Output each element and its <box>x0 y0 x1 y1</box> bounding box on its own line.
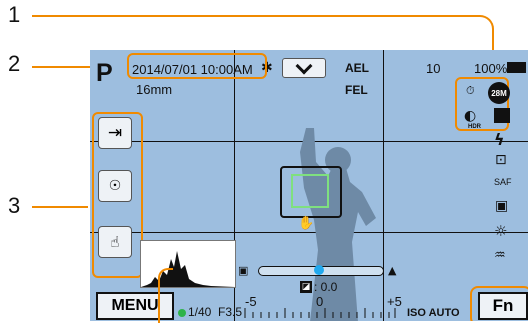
photo-size-icon: 28M <box>488 82 510 104</box>
callout-3: 3 <box>8 193 21 218</box>
white-balance-icon: ☼ <box>494 222 508 240</box>
touch-shutter-button[interactable]: ☝ <box>98 226 132 258</box>
touch-shutter-icon: ☝ <box>110 233 120 251</box>
exposure-comp-value: : 0.0 <box>314 280 338 294</box>
save-icon-button[interactable]: ⇥ <box>98 117 132 149</box>
highlight-box-datetime <box>127 53 267 79</box>
histogram <box>140 240 236 288</box>
metering-icon: ⊡ <box>495 152 507 168</box>
focus-point <box>291 174 329 208</box>
shots-remaining: 10 <box>426 61 441 76</box>
callout-1: 1 <box>8 2 21 27</box>
focus-area-icon: ▣ <box>495 198 509 214</box>
fn-button[interactable]: Fn <box>478 292 528 320</box>
fel-indicator: FEL <box>345 83 368 97</box>
battery-level: 100% <box>474 61 508 76</box>
leader-line-3 <box>32 206 88 208</box>
iso-value: ISO AUTO <box>407 307 460 319</box>
ael-indicator: AEL <box>345 61 369 75</box>
chevron-down-icon <box>295 57 313 74</box>
flash-off-button[interactable]: ☉ <box>98 170 132 202</box>
status-dot-green <box>178 309 186 317</box>
focal-length: 16mm <box>136 82 173 97</box>
camera-live-view[interactable]: P 16mm 2014/07/01 10:00AM ✱ AEL FEL 10 1… <box>90 50 528 321</box>
portrait-icon: ▣ <box>238 264 249 277</box>
flash-off-icon: ☉ <box>108 178 122 194</box>
battery-icon <box>507 62 526 73</box>
focus-mode-label: SAF <box>494 177 512 187</box>
stabilizer-icon: ♒ <box>494 248 506 263</box>
quality-icon <box>494 108 510 123</box>
shake-warning-icon: ✋ <box>298 216 315 231</box>
landscape-icon: ▲ <box>388 264 397 277</box>
leader-bend-3 <box>158 268 173 323</box>
callout-2: 2 <box>8 51 21 76</box>
flash-icon: ϟ <box>494 130 505 149</box>
exposure-comp-icon: ◪ <box>300 281 312 293</box>
histogram-graph <box>141 251 235 287</box>
slider-thumb[interactable] <box>314 265 324 275</box>
hdr-label: HDR <box>468 124 481 130</box>
aperture: F3.5 <box>218 305 243 319</box>
leader-line-1 <box>32 15 472 17</box>
expand-menu-button[interactable] <box>282 57 326 78</box>
shutter-speed: 1/40 <box>188 305 212 319</box>
drive-timer-icon: ⏱ <box>466 84 475 97</box>
exposure-scale <box>244 308 396 318</box>
save-icon: ⇥ <box>107 123 123 143</box>
shooting-mode: P <box>96 59 113 87</box>
hdr-icon: ◐ <box>464 108 477 124</box>
